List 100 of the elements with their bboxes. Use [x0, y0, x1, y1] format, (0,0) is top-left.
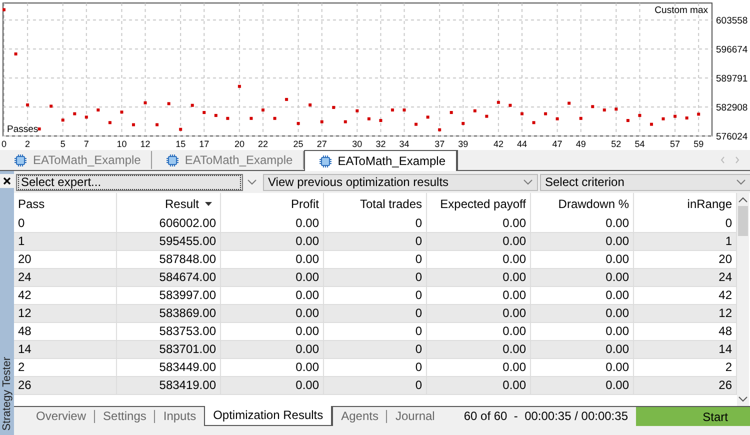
- x-tick-label: 32: [376, 139, 386, 149]
- expert-dropdown[interactable]: Select expert...: [16, 174, 243, 190]
- panel-tab[interactable]: Overview: [28, 408, 94, 425]
- data-point: [50, 104, 53, 108]
- axis-label: Passes: [7, 124, 38, 135]
- panel-tab[interactable]: Optimization Results: [204, 406, 334, 426]
- data-point: [462, 122, 465, 125]
- data-point: [2, 8, 6, 12]
- data-point: [26, 103, 30, 106]
- panel-tab[interactable]: Journal: [387, 408, 443, 425]
- data-point: [450, 111, 453, 114]
- table-cell: 583869.00: [117, 305, 221, 322]
- table-cell: 0: [324, 233, 427, 250]
- table-cell: 12: [14, 305, 117, 322]
- scroll-right-icon[interactable]: [734, 156, 740, 164]
- x-tick-label: 17: [199, 139, 210, 149]
- table-cell: 24: [14, 269, 117, 286]
- data-point: [356, 109, 359, 112]
- panel-title: Strategy Tester: [1, 357, 13, 431]
- scroll-up-icon[interactable]: [738, 197, 748, 203]
- data-point: [308, 103, 312, 106]
- table-cell: 0.00: [427, 359, 531, 376]
- data-point: [391, 108, 394, 112]
- document-tab[interactable]: EAToMath_Example: [304, 150, 458, 171]
- x-tick-label: 22: [258, 139, 268, 149]
- table-cell: 14: [14, 341, 117, 358]
- x-tick-label: 42: [493, 139, 504, 149]
- data-point: [685, 116, 688, 120]
- data-point: [367, 117, 370, 120]
- table-cell: 1: [14, 233, 117, 250]
- x-tick-label: 2: [25, 139, 30, 149]
- x-tick-label: 25: [293, 139, 304, 149]
- scroll-down-icon[interactable]: [738, 396, 748, 402]
- data-point: [520, 112, 524, 116]
- document-tab[interactable]: EAToMath_Example: [152, 151, 304, 169]
- data-point: [591, 105, 594, 108]
- data-point: [473, 109, 476, 112]
- table-cell: 0.00: [531, 233, 634, 250]
- table-cell: 0.00: [427, 215, 531, 232]
- close-icon[interactable]: [0, 174, 14, 188]
- scrollbar-thumb[interactable]: [738, 206, 748, 236]
- table-cell: 0.00: [221, 251, 324, 268]
- data-point: [167, 102, 170, 106]
- data-point: [332, 106, 336, 109]
- data-point: [285, 98, 288, 101]
- data-point: [508, 104, 512, 107]
- chip-icon: [318, 154, 332, 168]
- x-tick-label: 54: [634, 139, 645, 149]
- table-cell: 0: [324, 377, 427, 394]
- data-point: [108, 121, 112, 124]
- history-dropdown[interactable]: View previous optimization results: [263, 174, 538, 190]
- table-cell: 606002.00: [117, 215, 221, 232]
- data-point: [296, 122, 300, 125]
- table-cell: 0.00: [427, 305, 531, 322]
- criterion-dropdown[interactable]: Select criterion: [540, 174, 750, 190]
- data-point: [496, 100, 500, 104]
- panel-tab[interactable]: Agents: [333, 408, 386, 425]
- table-cell: 0: [14, 215, 117, 232]
- x-tick-label: 57: [670, 139, 680, 149]
- x-tick-label: 34: [399, 139, 410, 149]
- data-point: [214, 114, 218, 117]
- data-point: [226, 116, 230, 120]
- data-point: [568, 102, 571, 105]
- x-tick-label: 44: [516, 139, 527, 149]
- table-cell: 0.00: [221, 323, 324, 340]
- data-point: [14, 52, 18, 56]
- data-point: [262, 108, 264, 112]
- table-cell: 0.00: [427, 251, 531, 268]
- scroll-left-icon[interactable]: [720, 156, 726, 164]
- progress-text: 60 of 60 - 00:00:35 / 00:00:35: [464, 408, 628, 425]
- data-point: [73, 112, 76, 116]
- table-cell: 0.00: [531, 359, 634, 376]
- table-cell: 0: [324, 287, 427, 304]
- document-tab[interactable]: EAToMath_Example: [0, 151, 152, 169]
- x-tick-label: 59: [694, 139, 704, 149]
- data-point: [426, 116, 430, 119]
- data-point: [532, 121, 536, 124]
- data-point: [84, 116, 88, 119]
- data-point: [697, 112, 700, 116]
- table-cell: 0: [324, 251, 427, 268]
- y-tick-label: 589791: [716, 74, 748, 84]
- table-cell: 0.00: [531, 287, 634, 304]
- start-button[interactable]: Start: [636, 407, 750, 426]
- panel-tab[interactable]: Inputs: [155, 408, 204, 425]
- table-cell: 0.00: [221, 377, 324, 394]
- table-cell: 587848.00: [117, 251, 221, 268]
- data-point: [556, 117, 559, 120]
- table-cell: 0.00: [221, 341, 324, 358]
- table-cell: 0.00: [427, 341, 531, 358]
- table-cell: 0.00: [531, 269, 634, 286]
- series-label: Custom max: [654, 5, 708, 16]
- table-cell: 0.00: [221, 215, 324, 232]
- table-cell: 42: [14, 287, 117, 304]
- panel-tab[interactable]: Settings: [95, 408, 154, 425]
- table-cell: 584674.00: [117, 269, 221, 286]
- table-cell: 0.00: [531, 323, 634, 340]
- x-tick-label: 12: [140, 139, 150, 149]
- data-point: [38, 127, 41, 130]
- data-point: [344, 120, 347, 124]
- table-cell: 0: [324, 359, 427, 376]
